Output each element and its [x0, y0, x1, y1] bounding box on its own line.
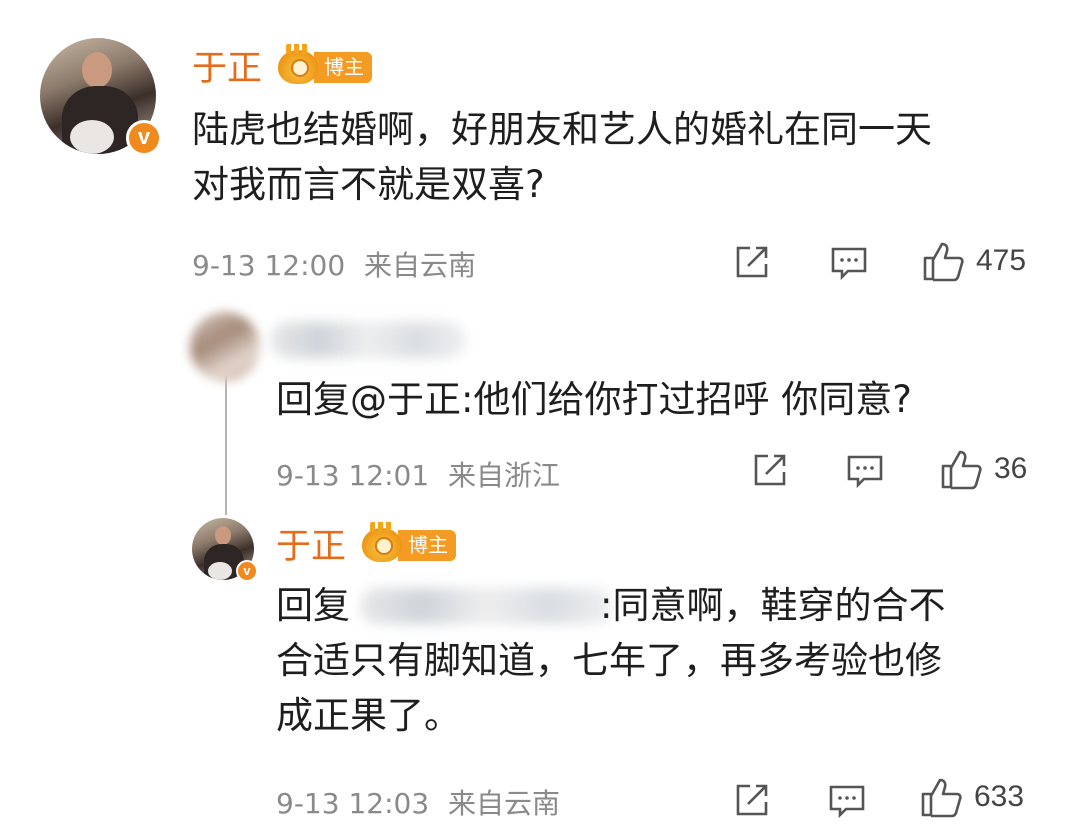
- reply-prefix: 回复: [276, 584, 350, 627]
- reply-text-line-1: 回复 :同意啊，鞋穿的合不: [276, 578, 945, 633]
- share-icon: [736, 246, 768, 278]
- reply-body-first: :同意啊，鞋穿的合不: [600, 584, 946, 627]
- comment-text-line: 对我而言不就是双喜?: [192, 163, 545, 206]
- avatar[interactable]: v: [192, 518, 258, 582]
- comment-text: 陆虎也结婚啊，好朋友和艺人的婚礼在同一天 对我而言不就是双喜?: [192, 102, 932, 212]
- crown-icon: [278, 44, 318, 84]
- avatar[interactable]: [190, 312, 260, 382]
- username[interactable]: 于正: [192, 40, 262, 91]
- comment-icon: [829, 785, 865, 818]
- avatar-photo-blurred: [190, 312, 260, 382]
- like-button[interactable]: 633: [920, 776, 1024, 818]
- comment-location: 来自云南: [448, 787, 561, 820]
- comment-time: 9-13 12:00: [192, 249, 346, 282]
- reply-text-line: 合适只有脚知道，七年了，再多考验也修: [276, 639, 942, 682]
- username[interactable]: 于正: [276, 518, 346, 569]
- reply-text-line: 成正果了。: [276, 694, 461, 737]
- comment-button[interactable]: [846, 454, 884, 488]
- comment-button[interactable]: [828, 784, 866, 818]
- like-count: 633: [974, 780, 1025, 813]
- comment-text-line: 陆虎也结婚啊，好朋友和艺人的婚礼在同一天: [192, 108, 932, 151]
- comment-location: 来自云南: [364, 249, 477, 282]
- badge-label: 博主: [398, 529, 456, 561]
- comment-time: 9-13 12:01: [276, 459, 430, 492]
- blogger-badge: 博主: [362, 522, 456, 562]
- comment-meta: 9-13 12:03 来自云南: [276, 782, 560, 822]
- reply-prefix: 回复: [276, 378, 350, 421]
- reply-body: :他们给你打过招呼 你同意?: [461, 378, 912, 421]
- share-icon: [736, 784, 768, 816]
- like-icon: [921, 778, 962, 818]
- like-icon: [941, 450, 982, 490]
- reply-text: 回复@于正:他们给你打过招呼 你同意?: [276, 372, 912, 427]
- comment-location: 来自浙江: [448, 459, 561, 492]
- share-button[interactable]: [734, 782, 770, 818]
- verified-icon: v: [236, 560, 258, 582]
- like-count: 36: [994, 452, 1028, 485]
- share-icon: [754, 454, 786, 486]
- like-count: 475: [976, 244, 1027, 277]
- verified-icon: v: [126, 120, 162, 156]
- comment-meta: 9-13 12:01 来自浙江: [276, 454, 560, 494]
- like-icon: [923, 242, 964, 282]
- crown-icon: [362, 522, 402, 562]
- badge-label: 博主: [314, 51, 372, 83]
- share-button[interactable]: [734, 244, 770, 280]
- blogger-badge: 博主: [278, 44, 372, 84]
- username-blurred: [270, 322, 466, 358]
- like-button[interactable]: 475: [922, 240, 1026, 282]
- comment-button[interactable]: [830, 246, 868, 280]
- thread-line: [225, 375, 227, 515]
- like-button[interactable]: 36: [940, 448, 1027, 490]
- comment-icon: [847, 455, 883, 488]
- comment-meta: 9-13 12:00 来自云南: [192, 244, 476, 284]
- comment-time: 9-13 12:03: [276, 787, 430, 820]
- share-button[interactable]: [752, 452, 788, 488]
- comment-icon: [831, 247, 867, 280]
- mention-link[interactable]: @于正: [350, 378, 461, 421]
- avatar[interactable]: v: [40, 38, 162, 156]
- reply-text: 回复 :同意啊，鞋穿的合不 合适只有脚知道，七年了，再多考验也修 成正果了。: [276, 578, 945, 743]
